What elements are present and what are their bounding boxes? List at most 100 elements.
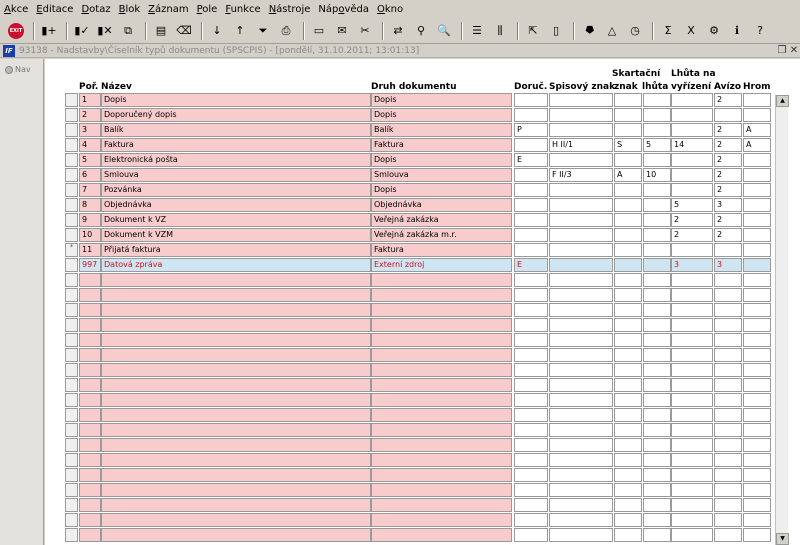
cell-skart-lhuta[interactable] [643, 423, 671, 437]
cell-hrom[interactable] [743, 423, 771, 437]
cell-hrom[interactable] [743, 363, 771, 377]
cell-spisovy[interactable] [549, 183, 613, 197]
cell-druh[interactable]: Veřejná zakázka m.r. [371, 228, 512, 242]
cell-skart-lhuta[interactable] [643, 213, 671, 227]
cell-skart-lhuta[interactable] [643, 468, 671, 482]
cell-nazev[interactable] [101, 273, 371, 287]
menu-item[interactable]: Editace [36, 4, 73, 15]
cell-skart-lhuta[interactable] [643, 378, 671, 392]
cell-lhuta-vyr[interactable] [671, 273, 713, 287]
cell-avizo[interactable] [714, 348, 742, 362]
row-selector[interactable] [65, 468, 78, 482]
find-icon[interactable]: ⚲ [411, 21, 431, 41]
settings-icon[interactable]: ⚙ [704, 21, 724, 41]
insert-record-icon[interactable]: ▮+ [39, 21, 59, 41]
cell-druh[interactable]: Balík [371, 123, 512, 137]
cell-spisovy[interactable] [549, 153, 613, 167]
cell-lhuta-vyr[interactable] [671, 513, 713, 527]
row-selector[interactable] [65, 318, 78, 332]
cell-druh[interactable] [371, 393, 512, 407]
cell-hrom[interactable] [743, 273, 771, 287]
cell-druh[interactable]: Dopis [371, 108, 512, 122]
cell-doruc[interactable] [514, 213, 548, 227]
cell-doruc[interactable] [514, 333, 548, 347]
cell-skart-lhuta[interactable] [643, 498, 671, 512]
cell-avizo[interactable]: 2 [714, 93, 742, 107]
cell-spisovy[interactable] [549, 498, 613, 512]
cell-doruc[interactable] [514, 378, 548, 392]
cell-hrom[interactable] [743, 303, 771, 317]
cell-doruc[interactable] [514, 408, 548, 422]
menu-item[interactable]: Blok [119, 4, 141, 15]
cell-hrom[interactable] [743, 213, 771, 227]
paste-special-icon[interactable]: ⇄ [388, 21, 408, 41]
cell-lhuta-vyr[interactable] [671, 333, 713, 347]
close-icon[interactable]: ✕ [788, 45, 800, 56]
cell-nazev[interactable]: Dokument k VZM [101, 228, 371, 242]
sort-descending-icon[interactable]: ↑ [230, 21, 250, 41]
cell-hrom[interactable] [743, 528, 771, 542]
cell-skart-lhuta[interactable] [643, 108, 671, 122]
row-selector[interactable] [65, 438, 78, 452]
cell-skart-znak[interactable] [614, 153, 642, 167]
cell-doruc[interactable] [514, 168, 548, 182]
cell-spisovy[interactable] [549, 123, 613, 137]
cell-avizo[interactable]: 2 [714, 183, 742, 197]
help-icon[interactable]: ? [750, 21, 770, 41]
cell-nazev[interactable] [101, 498, 371, 512]
cell-hrom[interactable]: A [743, 138, 771, 152]
scroll-up-icon[interactable]: ▲ [776, 95, 789, 107]
cell-por[interactable]: 3 [79, 123, 101, 137]
cell-skart-lhuta[interactable] [643, 183, 671, 197]
cell-skart-znak[interactable] [614, 378, 642, 392]
cell-druh[interactable] [371, 498, 512, 512]
cell-skart-znak[interactable] [614, 528, 642, 542]
sort-ascending-icon[interactable]: ↓ [207, 21, 227, 41]
cell-hrom[interactable] [743, 408, 771, 422]
cell-spisovy[interactable] [549, 228, 613, 242]
filter-icon[interactable]: ⏷ [253, 21, 273, 41]
cell-spisovy[interactable] [549, 378, 613, 392]
cell-lhuta-vyr[interactable] [671, 483, 713, 497]
cell-nazev[interactable] [101, 288, 371, 302]
cell-avizo[interactable] [714, 453, 742, 467]
cell-lhuta-vyr[interactable] [671, 423, 713, 437]
delete-record-icon[interactable]: ▮✕ [95, 21, 115, 41]
save-icon[interactable]: ▮✓ [72, 21, 92, 41]
cell-nazev[interactable]: Faktura [101, 138, 371, 152]
cell-nazev[interactable]: Objednávka [101, 198, 371, 212]
row-selector[interactable] [65, 363, 78, 377]
cell-skart-lhuta[interactable] [643, 288, 671, 302]
cell-druh[interactable]: Faktura [371, 243, 512, 257]
cell-druh[interactable] [371, 453, 512, 467]
cell-lhuta-vyr[interactable]: 2 [671, 213, 713, 227]
cell-druh[interactable] [371, 378, 512, 392]
cell-doruc[interactable] [514, 513, 548, 527]
cell-lhuta-vyr[interactable] [671, 318, 713, 332]
cell-skart-lhuta[interactable] [643, 438, 671, 452]
cell-spisovy[interactable] [549, 528, 613, 542]
cell-druh[interactable] [371, 303, 512, 317]
cell-por[interactable]: 5 [79, 153, 101, 167]
cell-por[interactable] [79, 528, 101, 542]
cell-hrom[interactable] [743, 93, 771, 107]
cell-skart-znak[interactable] [614, 468, 642, 482]
cell-skart-lhuta[interactable] [643, 513, 671, 527]
cell-skart-znak[interactable] [614, 333, 642, 347]
cell-hrom[interactable] [743, 393, 771, 407]
cell-lhuta-vyr[interactable] [671, 363, 713, 377]
cell-doruc[interactable] [514, 243, 548, 257]
calculator-icon[interactable]: ◷ [625, 21, 645, 41]
cell-spisovy[interactable] [549, 513, 613, 527]
cell-por[interactable]: 4 [79, 138, 101, 152]
row-selector[interactable] [65, 213, 78, 227]
cell-skart-znak[interactable] [614, 408, 642, 422]
cell-nazev[interactable] [101, 303, 371, 317]
cell-skart-lhuta[interactable] [643, 483, 671, 497]
cell-spisovy[interactable] [549, 468, 613, 482]
cell-por[interactable] [79, 453, 101, 467]
cell-doruc[interactable]: E [514, 153, 548, 167]
cell-skart-lhuta[interactable] [643, 528, 671, 542]
cell-doruc[interactable] [514, 453, 548, 467]
cell-druh[interactable] [371, 318, 512, 332]
